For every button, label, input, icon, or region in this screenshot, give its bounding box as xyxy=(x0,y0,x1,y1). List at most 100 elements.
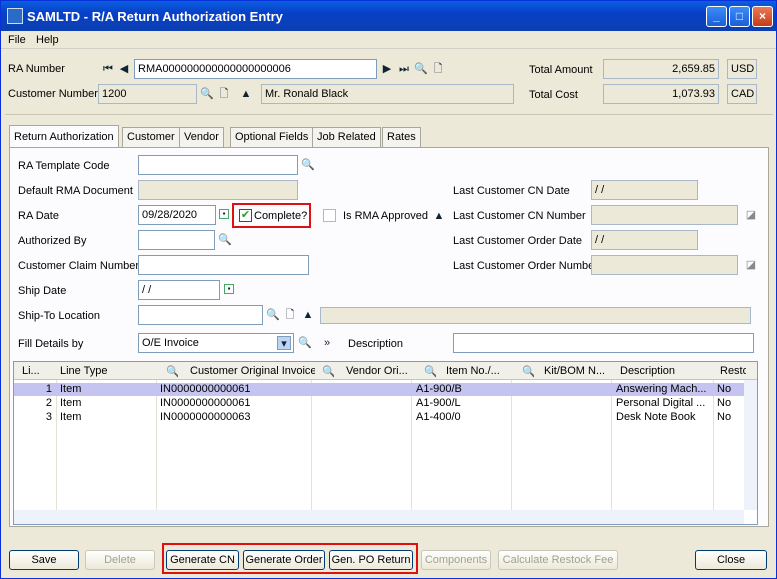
ra-template-code-label: RA Template Code xyxy=(18,160,110,172)
tab-customer[interactable]: Customer xyxy=(122,127,180,147)
new-document-icon[interactable]: 🗋 xyxy=(431,62,445,76)
row-restock: No xyxy=(717,383,732,395)
customer-name-field: Mr. Ronald Black xyxy=(261,84,514,104)
is-rma-approved-checkbox[interactable] xyxy=(323,209,336,222)
last-record-icon[interactable]: ⏭ xyxy=(397,62,411,76)
first-record-icon[interactable]: ⏮ xyxy=(101,62,115,76)
chevron-down-icon[interactable]: ▾ xyxy=(277,336,291,350)
tab-job-related[interactable]: Job Related xyxy=(312,127,381,147)
menu-file[interactable]: File xyxy=(8,34,26,46)
complete-checkbox[interactable]: ✔ xyxy=(239,209,252,222)
is-rma-approved-label: Is RMA Approved xyxy=(343,210,428,222)
col-customer-invoice[interactable]: Customer Original Invoice xyxy=(190,365,315,377)
tab-vendor[interactable]: Vendor xyxy=(179,127,224,147)
ra-date-label: RA Date xyxy=(18,210,59,222)
customer-claim-label: Customer Claim Number xyxy=(18,260,140,272)
last-cn-number-field xyxy=(591,205,738,225)
col-invoice-search-icon[interactable]: 🔍 xyxy=(166,365,178,378)
approved-zoom-icon[interactable]: ▲ xyxy=(432,209,446,223)
customer-search-icon[interactable]: 🔍 xyxy=(200,87,214,101)
row-line: 3 xyxy=(45,411,52,423)
menu-help[interactable]: Help xyxy=(36,34,59,46)
customer-number-field: 1200 xyxy=(98,84,197,104)
ra-template-code-input[interactable] xyxy=(138,155,298,175)
description-input[interactable] xyxy=(453,333,754,353)
template-search-icon[interactable]: 🔍 xyxy=(301,158,315,172)
authorized-by-label: Authorized By xyxy=(18,235,87,247)
ship-to-description-field xyxy=(320,307,751,324)
gen-po-return-button[interactable]: Gen. PO Return xyxy=(329,550,413,570)
close-button[interactable]: Close xyxy=(695,550,767,570)
authorized-by-input[interactable] xyxy=(138,230,215,250)
total-amount-field: 2,659.85 xyxy=(603,59,719,79)
row-invoice: IN0000000000061 xyxy=(160,383,251,395)
row-invoice: IN0000000000063 xyxy=(160,411,251,423)
col-line[interactable]: Li... xyxy=(22,365,52,377)
generate-cn-button[interactable]: Generate CN xyxy=(166,550,239,570)
col-restock[interactable]: Resto xyxy=(720,365,746,377)
col-vendor-search-icon[interactable]: 🔍 xyxy=(322,365,334,378)
customer-zoom-icon[interactable]: ▲ xyxy=(239,87,253,101)
close-window-button[interactable]: × xyxy=(752,6,773,27)
horizontal-scrollbar[interactable] xyxy=(14,510,744,524)
header-divider xyxy=(5,114,773,115)
ship-to-document-icon[interactable]: 🗋 xyxy=(283,308,297,322)
tab-optional-fields[interactable]: Optional Fields xyxy=(230,127,314,147)
app-window: SAMLTD - R/A Return Authorization Entry … xyxy=(0,0,777,579)
table-row[interactable]: 1 Item IN0000000000061 A1-900/B Answerin… xyxy=(14,383,744,396)
row-line: 2 xyxy=(45,397,52,409)
col-item-no[interactable]: Item No./... xyxy=(446,365,512,377)
ship-to-search-icon[interactable]: 🔍 xyxy=(266,308,280,322)
ship-date-input[interactable]: / / xyxy=(138,280,220,300)
customer-claim-input[interactable] xyxy=(138,255,309,275)
ship-to-zoom-icon[interactable]: ▲ xyxy=(301,308,315,322)
tab-return-authorization[interactable]: Return Authorization xyxy=(9,125,119,147)
fill-details-search-icon[interactable]: 🔍 xyxy=(298,336,312,350)
ship-date-label: Ship Date xyxy=(18,285,67,297)
authorized-search-icon[interactable]: 🔍 xyxy=(218,233,232,247)
ship-calendar-icon[interactable]: ▪ xyxy=(224,284,234,294)
col-vendor-original[interactable]: Vendor Ori... xyxy=(346,365,416,377)
row-line: 1 xyxy=(45,383,52,395)
fill-go-icon[interactable]: » xyxy=(320,336,334,350)
order-drilldown-icon[interactable]: ◪ xyxy=(744,258,758,272)
col-kit-search-icon[interactable]: 🔍 xyxy=(522,365,534,378)
col-kit-bom[interactable]: Kit/BOM N... xyxy=(544,365,614,377)
previous-record-icon[interactable]: ◀ xyxy=(117,62,131,76)
last-order-number-field xyxy=(591,255,738,275)
col-line-type[interactable]: Line Type xyxy=(60,365,150,377)
table-row[interactable]: 3 Item IN0000000000063 A1-400/0 Desk Not… xyxy=(14,411,744,424)
next-record-icon[interactable]: ▶ xyxy=(380,62,394,76)
description-label: Description xyxy=(348,338,404,350)
ra-date-input[interactable]: 09/28/2020 xyxy=(138,205,216,225)
search-icon[interactable]: 🔍 xyxy=(414,62,428,76)
title-bar: SAMLTD - R/A Return Authorization Entry … xyxy=(1,1,776,31)
components-button[interactable]: Components xyxy=(421,550,491,570)
tab-rates[interactable]: Rates xyxy=(382,127,421,147)
ship-to-input[interactable] xyxy=(138,305,263,325)
app-icon xyxy=(7,8,23,24)
calculate-restock-fee-button[interactable]: Calculate Restock Fee xyxy=(498,550,618,570)
delete-button[interactable]: Delete xyxy=(85,550,155,570)
fill-details-select[interactable]: O/E Invoice xyxy=(138,333,294,353)
row-invoice: IN0000000000061 xyxy=(160,397,251,409)
customer-document-icon[interactable]: 🗋 xyxy=(217,87,231,101)
maximize-button[interactable]: □ xyxy=(729,6,750,27)
default-rma-label: Default RMA Document xyxy=(18,185,133,197)
default-rma-field xyxy=(138,180,298,200)
last-order-date-field: / / xyxy=(591,230,698,250)
fill-details-value: O/E Invoice xyxy=(142,337,199,349)
vertical-scrollbar[interactable] xyxy=(744,380,757,510)
last-cn-date-label: Last Customer CN Date xyxy=(453,185,570,197)
calendar-icon[interactable]: ▪ xyxy=(219,209,229,219)
col-description[interactable]: Description xyxy=(620,365,710,377)
minimize-button[interactable]: _ xyxy=(706,6,727,27)
ra-number-input[interactable]: RMA000000000000000000006 xyxy=(134,59,377,79)
row-restock: No xyxy=(717,411,732,423)
col-item-search-icon[interactable]: 🔍 xyxy=(424,365,436,378)
drilldown-icon[interactable]: ◪ xyxy=(744,208,758,222)
save-button[interactable]: Save xyxy=(9,550,79,570)
generate-order-button[interactable]: Generate Order xyxy=(243,550,325,570)
complete-label: Complete? xyxy=(254,210,308,222)
table-row[interactable]: 2 Item IN0000000000061 A1-900/L Personal… xyxy=(14,397,744,410)
